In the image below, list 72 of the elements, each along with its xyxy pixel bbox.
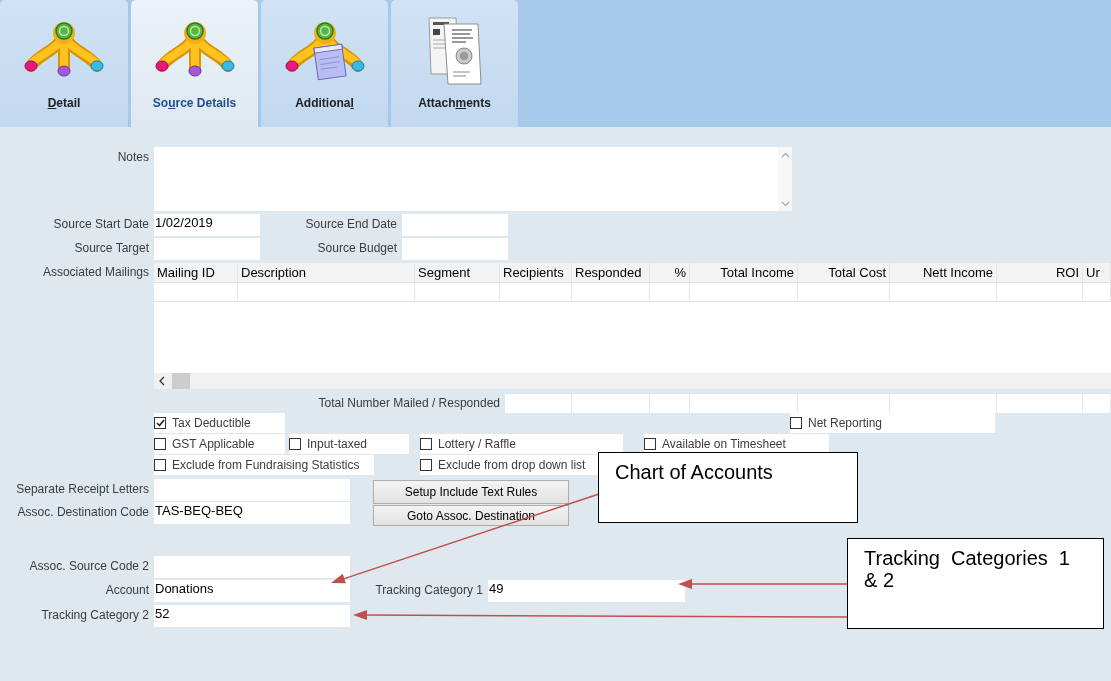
- checkbox-option[interactable]: Exclude from Fundraising Statistics: [154, 455, 374, 475]
- total-field[interactable]: [572, 394, 650, 413]
- checkbox[interactable]: [420, 438, 432, 450]
- scroll-up-icon[interactable]: [780, 152, 790, 158]
- text-field[interactable]: [154, 238, 260, 260]
- field-label: Source End Date: [305, 217, 397, 232]
- action-button[interactable]: Setup Include Text Rules: [373, 480, 569, 504]
- column-header: Nett Income: [922, 265, 993, 280]
- tab[interactable]: Additional: [261, 0, 388, 127]
- annotation-callout: Chart of Accounts: [598, 452, 858, 523]
- field-label: Source Budget: [317, 241, 397, 256]
- checkbox[interactable]: [790, 417, 802, 429]
- text-field[interactable]: 52: [154, 605, 350, 627]
- documents-icon: [425, 14, 484, 86]
- text-field[interactable]: [154, 556, 350, 578]
- text-field[interactable]: Donations: [154, 580, 350, 602]
- total-field[interactable]: [650, 394, 690, 413]
- text-field[interactable]: [402, 214, 508, 236]
- field-label: Assoc. Source Code 2: [29, 559, 149, 574]
- checkbox[interactable]: [289, 438, 301, 450]
- checkbox[interactable]: [154, 417, 166, 429]
- column-header: Mailing ID: [157, 265, 215, 280]
- text-field[interactable]: [402, 238, 508, 260]
- total-field[interactable]: [1083, 394, 1111, 413]
- checkbox-option[interactable]: Input-taxed: [289, 434, 409, 454]
- field-label: Source Start Date: [53, 217, 149, 232]
- column-header: %: [674, 265, 686, 280]
- column-header: Recipients: [503, 265, 564, 280]
- checkbox-option[interactable]: Tax Deductible: [154, 413, 285, 433]
- checkbox-option[interactable]: Net Reporting: [790, 413, 995, 433]
- horizontal-scrollbar[interactable]: [154, 373, 1111, 389]
- field-label: Tracking Category 1: [375, 583, 483, 598]
- tab[interactable]: Attachments: [391, 0, 518, 127]
- field-label: Separate Receipt Letters: [16, 482, 149, 497]
- checkbox[interactable]: [644, 438, 656, 450]
- column-header: Ur: [1086, 265, 1100, 280]
- tab[interactable]: Source Details: [131, 0, 258, 127]
- total-field[interactable]: [798, 394, 890, 413]
- checkbox-option[interactable]: Lottery / Raffle: [420, 434, 623, 454]
- tab[interactable]: Detail: [0, 0, 128, 127]
- total-field[interactable]: [690, 394, 798, 413]
- field-label: Tracking Category 2: [41, 608, 149, 623]
- annotation-callout: Tracking Categories 1 & 2: [847, 538, 1104, 629]
- checkbox-option[interactable]: GST Applicable: [154, 434, 285, 454]
- total-field[interactable]: [997, 394, 1083, 413]
- scrollbar-thumb[interactable]: [172, 373, 190, 389]
- checkbox[interactable]: [154, 459, 166, 471]
- scroll-down-icon[interactable]: [780, 201, 790, 207]
- field-label: Source Target: [74, 241, 149, 256]
- column-header: Total Cost: [828, 265, 886, 280]
- total-field[interactable]: [890, 394, 997, 413]
- column-header: Total Income: [720, 265, 794, 280]
- column-header: Responded: [575, 265, 642, 280]
- text-field[interactable]: 49: [488, 580, 685, 602]
- total-field[interactable]: [505, 394, 572, 413]
- field-label: Associated Mailings: [42, 265, 149, 280]
- text-field[interactable]: TAS-BEQ-BEQ: [154, 502, 350, 524]
- field-label: Account: [105, 583, 149, 598]
- checkbox[interactable]: [154, 438, 166, 450]
- tick-icon: [155, 419, 165, 427]
- field-label: Total Number Mailed / Responded: [318, 396, 500, 411]
- checkbox[interactable]: [420, 459, 432, 471]
- text-field[interactable]: 1/02/2019: [154, 214, 260, 236]
- column-header: Description: [241, 265, 307, 280]
- column-header: Segment: [418, 265, 471, 280]
- text-field[interactable]: [154, 479, 350, 501]
- checkbox-option[interactable]: Exclude from drop down list: [420, 455, 600, 475]
- field-label: Assoc. Destination Code: [17, 505, 149, 520]
- action-button[interactable]: Goto Assoc. Destination: [373, 505, 569, 526]
- field-label: Notes: [117, 150, 149, 165]
- column-header: ROI: [1055, 265, 1079, 280]
- checkbox-option[interactable]: Available on Timesheet: [644, 434, 829, 454]
